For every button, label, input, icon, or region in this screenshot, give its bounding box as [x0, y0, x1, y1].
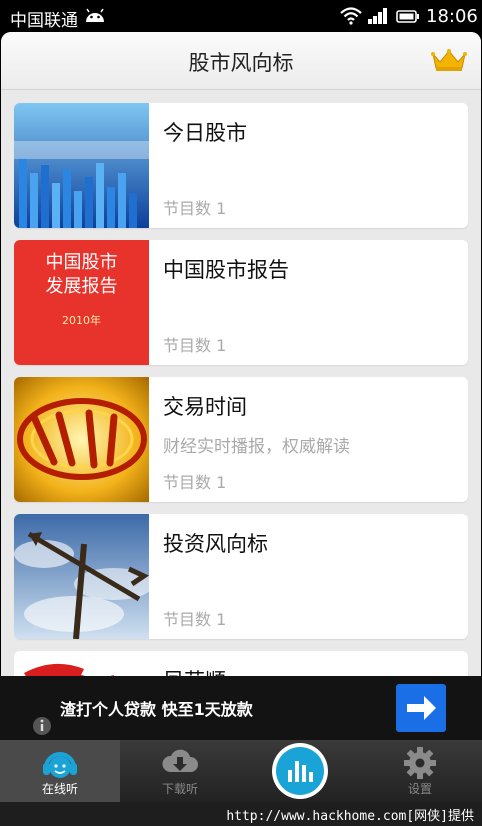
tab-bar: 在线听 下载听 设置 [0, 740, 482, 802]
program-title: 今日股市 [163, 121, 247, 145]
ad-action-button[interactable] [396, 684, 446, 732]
program-title: 交易时间 [163, 395, 247, 419]
carrier-name: 中国联通 [10, 11, 78, 31]
program-cover-image [14, 651, 149, 676]
ad-banner[interactable]: 渣打个人贷款 快至1天放款 [0, 676, 482, 740]
program-count: 节目数 1 [163, 336, 227, 355]
tab-download-listen[interactable]: 下载听 [120, 740, 240, 802]
page-title: 股市风向标 [188, 51, 294, 75]
program-list: 今日股市 节目数 1 中国股市 发展报告 2010年 中国股市报告 节目数 1 [1, 90, 481, 676]
program-cover-image: 中国股市 发展报告 2010年 [14, 240, 149, 365]
program-card[interactable]: 交易时间 财经实时播报，权威解读 节目数 1 [14, 377, 468, 502]
app-window: 股市风向标 今日股市 节目数 1 中国股市 发展报告 2010年 中国股市报告 … [1, 32, 481, 676]
cover-title-line: 发展报告 [45, 276, 118, 297]
tab-label: 设置 [407, 782, 432, 796]
equalizer-icon [276, 747, 324, 795]
watermark-text: http://www.hackhome.com[网侠]提供 [226, 809, 474, 824]
program-cover-image [14, 377, 149, 502]
signal-icon [368, 8, 387, 24]
download-icon [162, 749, 198, 772]
program-card[interactable]: 今日股市 节目数 1 [14, 103, 468, 228]
program-title: 凤莊順 [163, 665, 226, 676]
player-button[interactable] [272, 743, 328, 799]
headphones-icon [43, 752, 77, 778]
program-cover-image [14, 103, 149, 228]
ad-text[interactable]: 渣打个人贷款 快至1天放款 [60, 696, 253, 720]
tab-label: 在线听 [41, 782, 78, 796]
info-icon[interactable] [30, 714, 54, 738]
tab-settings[interactable]: 设置 [360, 740, 480, 802]
program-cover-image [14, 514, 149, 639]
cover-title-line: 中国股市 [45, 252, 118, 273]
crown-icon[interactable] [431, 48, 467, 72]
program-count: 节目数 1 [163, 610, 227, 629]
program-card[interactable]: 中国股市 发展报告 2010年 中国股市报告 节目数 1 [14, 240, 468, 365]
status-bar: 中国联通 18:06 [0, 0, 482, 32]
program-description: 财经实时播报，权威解读 [163, 437, 350, 457]
android-icon [86, 8, 104, 22]
tab-label: 下载听 [161, 782, 198, 796]
wifi-icon [340, 7, 362, 25]
program-card[interactable]: 投资风向标 节目数 1 [14, 514, 468, 639]
clock: 18:06 [426, 6, 478, 27]
program-count: 节目数 1 [163, 473, 227, 492]
header: 股市风向标 [1, 32, 481, 90]
tab-online-listen[interactable]: 在线听 [0, 740, 120, 802]
program-card[interactable]: 凤莊順 [14, 651, 468, 676]
battery-icon [396, 10, 419, 23]
program-title: 中国股市报告 [163, 258, 289, 282]
watermark-bar: http://www.hackhome.com[网侠]提供 [0, 802, 482, 826]
program-count: 节目数 1 [163, 199, 227, 218]
gear-icon [404, 747, 436, 779]
cover-year: 2010年 [62, 314, 101, 327]
program-title: 投资风向标 [163, 532, 268, 556]
arrow-right-icon [407, 696, 436, 720]
